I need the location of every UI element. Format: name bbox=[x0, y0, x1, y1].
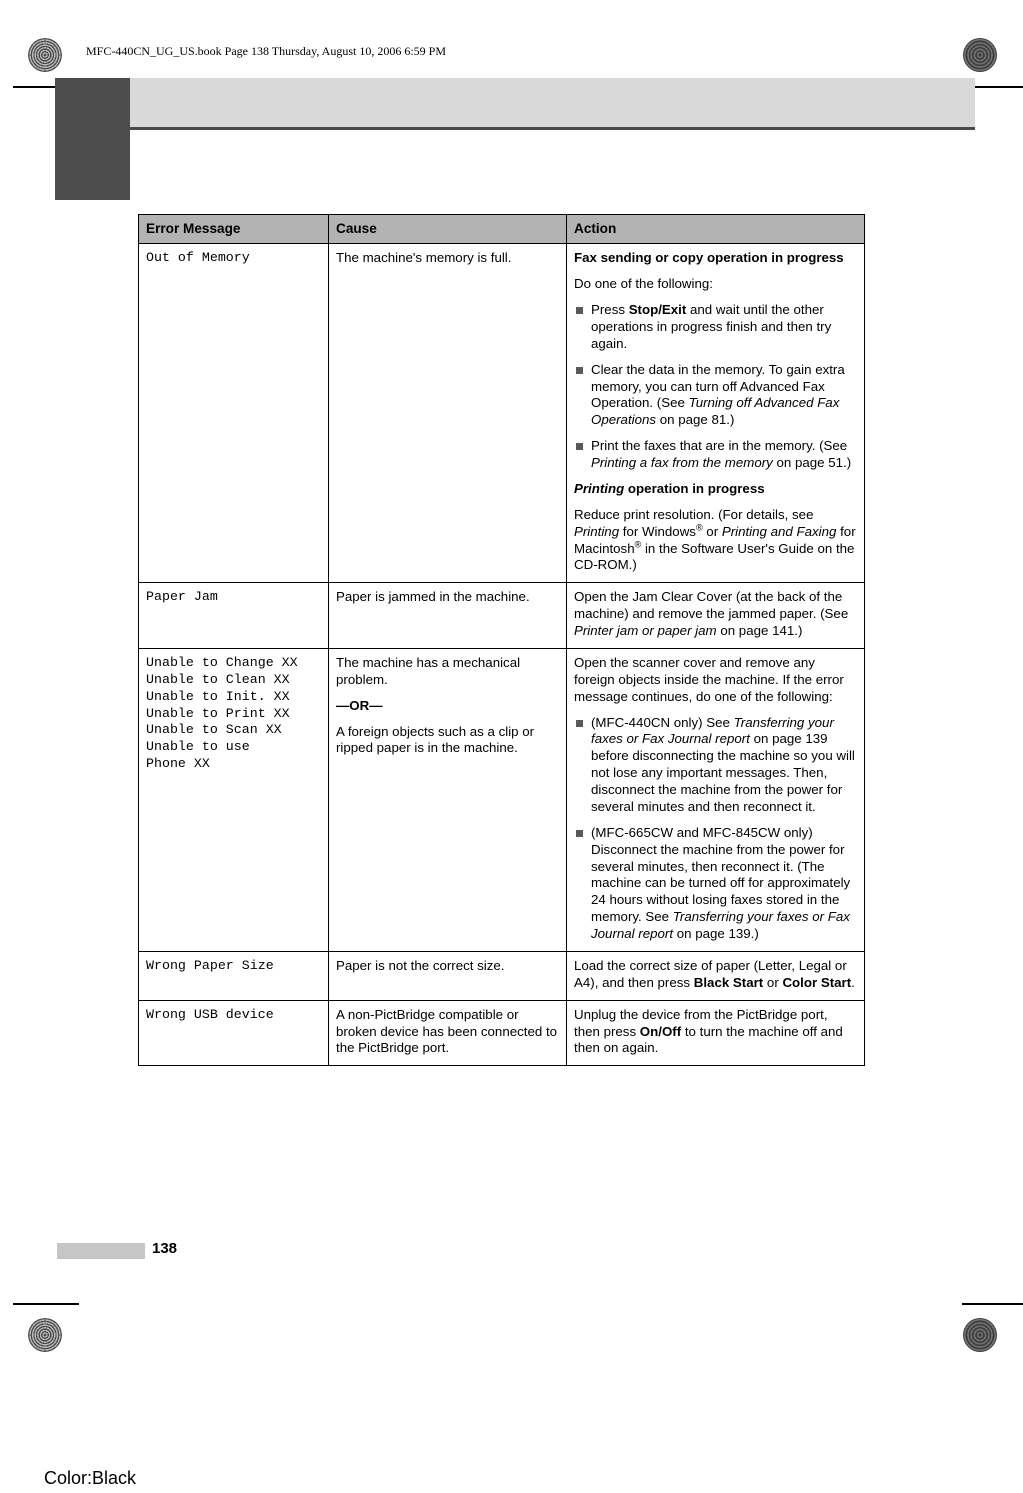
cell-error-message: Out of Memory bbox=[138, 243, 329, 584]
table-body: Out of Memory The machine's memory is ful… bbox=[138, 243, 865, 1067]
registration-rosette-bottom-right bbox=[963, 1318, 997, 1352]
footer-accent-bar bbox=[57, 1243, 145, 1259]
registration-cross-bottom-center bbox=[488, 1310, 542, 1364]
cell-cause: Paper is not the correct size. bbox=[328, 950, 567, 1001]
bullet-item: Press Stop/Exit and wait until the other… bbox=[574, 302, 857, 353]
trim-line-bottom-left-horizontal bbox=[13, 1303, 79, 1305]
bullet-item: Clear the data in the memory. To gain ex… bbox=[574, 362, 857, 430]
table-header-row: Error Message Cause Action bbox=[138, 213, 865, 245]
registration-cross-middle-right bbox=[959, 660, 1013, 714]
cell-error-message: Paper Jam bbox=[138, 582, 329, 649]
cell-action: Load the correct size of paper (Letter, … bbox=[566, 950, 865, 1001]
cell-cause: A non-PictBridge compatible or broken de… bbox=[328, 999, 567, 1067]
paragraph: Open the scanner cover and remove any fo… bbox=[574, 654, 844, 704]
cell-error-message: Unable to Change XX Unable to Clean XX U… bbox=[138, 647, 329, 952]
chapter-header-band bbox=[130, 78, 975, 128]
registration-cross-bottom-left-upper bbox=[26, 1270, 80, 1324]
table-row: Out of Memory The machine's memory is ful… bbox=[138, 243, 865, 584]
error-messages-table: Error Message Cause Action Out of Memory… bbox=[138, 213, 865, 1067]
registration-cross-bottom-right-lower bbox=[909, 1310, 963, 1364]
bullet-item: (MFC-440CN only) See Transferring your f… bbox=[574, 715, 857, 816]
column-header-cause: Cause bbox=[328, 213, 567, 245]
page-number: 138 bbox=[152, 1240, 178, 1257]
paragraph: The machine's memory is full. bbox=[336, 250, 512, 266]
table-row: Unable to Change XX Unable to Clean XX U… bbox=[138, 647, 865, 952]
paragraph: Load the correct size of paper (Letter, … bbox=[574, 957, 855, 990]
chapter-thumb-tab bbox=[55, 78, 130, 200]
paragraph: Open the Jam Clear Cover (at the back of… bbox=[574, 589, 849, 638]
action-heading: Printing operation in progress bbox=[574, 480, 765, 496]
cell-action: Fax sending or copy operation in progres… bbox=[566, 243, 865, 584]
color-separation-note: Color:Black bbox=[44, 1468, 137, 1488]
bullet-list: (MFC-440CN only) See Transferring your f… bbox=[574, 715, 857, 943]
registration-cross-bottom-left-lower bbox=[85, 1310, 139, 1364]
cell-action: Unplug the device from the PictBridge po… bbox=[566, 999, 865, 1067]
table-row: Wrong Paper Size Paper is not the correct… bbox=[138, 950, 865, 1001]
cell-error-message: Wrong Paper Size bbox=[138, 950, 329, 1001]
cell-action: Open the Jam Clear Cover (at the back of… bbox=[566, 582, 865, 649]
cell-error-message: Wrong USB device bbox=[138, 999, 329, 1067]
registration-rosette-bottom-left bbox=[28, 1318, 62, 1352]
column-header-error-message: Error Message bbox=[138, 213, 329, 245]
cell-action: Open the scanner cover and remove any fo… bbox=[566, 647, 865, 952]
cell-cause: The machine has a mechanical problem. —OR… bbox=[328, 647, 567, 952]
paragraph: The machine has a mechanical problem. bbox=[336, 654, 521, 687]
registration-cross-top-right-upper bbox=[909, 28, 963, 82]
paragraph: Paper is not the correct size. bbox=[336, 957, 505, 973]
table-row: Paper Jam Paper is jammed in the machine.… bbox=[138, 582, 865, 649]
cell-cause: The machine's memory is full. bbox=[328, 243, 567, 584]
chapter-header-rule bbox=[130, 127, 975, 130]
registration-rosette-top-right bbox=[963, 38, 997, 72]
bullet-item: (MFC-665CW and MFC-845CW only) Disconnec… bbox=[574, 825, 857, 943]
trim-line-bottom-right-horizontal bbox=[962, 1303, 1023, 1305]
paragraph: Reduce print resolution. (For details, s… bbox=[574, 506, 856, 573]
cell-cause: Paper is jammed in the machine. bbox=[328, 582, 567, 649]
registration-rosette-top-left bbox=[28, 38, 62, 72]
paragraph: Do one of the following: bbox=[574, 276, 713, 292]
paragraph: A foreign objects such as a clip or ripp… bbox=[336, 723, 535, 756]
action-heading: Fax sending or copy operation in progres… bbox=[574, 250, 844, 266]
paragraph: A non-PictBridge compatible or broken de… bbox=[336, 1006, 558, 1056]
paragraph: Paper is jammed in the machine. bbox=[336, 589, 530, 605]
or-separator: —OR— bbox=[336, 697, 383, 713]
paragraph: Unplug the device from the PictBridge po… bbox=[574, 1006, 843, 1056]
table-row: Wrong USB device A non-PictBridge compati… bbox=[138, 999, 865, 1067]
bullet-item: Print the faxes that are in the memory. … bbox=[574, 438, 857, 472]
bullet-list: Press Stop/Exit and wait until the other… bbox=[574, 302, 857, 472]
registration-cross-middle-left bbox=[26, 660, 80, 714]
registration-cross-bottom-right-upper bbox=[959, 1270, 1013, 1324]
book-header-line: MFC-440CN_UG_US.book Page 138 Thursday, … bbox=[86, 44, 447, 58]
column-header-action: Action bbox=[566, 213, 865, 245]
